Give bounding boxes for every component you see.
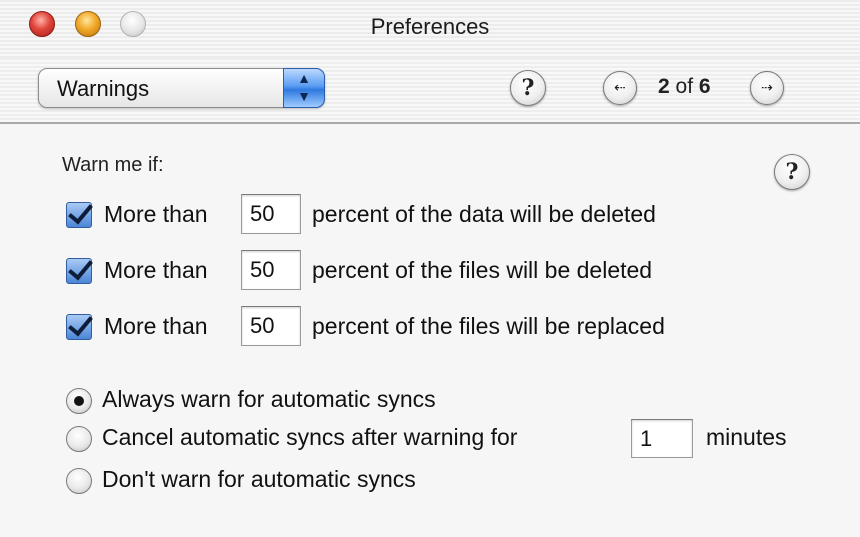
page-current: 2 (658, 75, 670, 98)
percent-field-files-replaced[interactable]: 50 (241, 306, 301, 346)
popup-arrows-icon[interactable]: ▲ ▼ (283, 68, 325, 108)
page-indicator: 2 of 6 (658, 75, 711, 99)
threshold-suffix: percent of the data will be deleted (312, 201, 656, 227)
warnings-panel: Warn me if: ? More than 50 percent of th… (0, 124, 860, 537)
preferences-window: Preferences Warnings ▲ ▼ ? ⇠ 2 of 6 ⇢ War… (0, 0, 860, 537)
radio-dont-warn[interactable] (66, 468, 92, 494)
title-bar[interactable]: Preferences (0, 0, 860, 58)
toolbar-help-button[interactable]: ? (510, 70, 546, 106)
previous-page-button[interactable]: ⇠ (603, 71, 637, 105)
page-of-label: of (675, 75, 694, 98)
threshold-suffix: percent of the files will be replaced (312, 313, 665, 339)
percent-field-data-deleted[interactable]: 50 (241, 194, 301, 234)
threshold-prefix: More than (104, 313, 208, 339)
minutes-field[interactable]: 1 (631, 419, 693, 458)
threshold-prefix: More than (104, 257, 208, 283)
next-page-button[interactable]: ⇢ (750, 71, 784, 105)
warn-heading: Warn me if: (62, 154, 164, 176)
checkbox-data-deleted[interactable] (66, 202, 92, 228)
radio-cancel-after[interactable] (66, 426, 92, 452)
percent-field-files-deleted[interactable]: 50 (241, 250, 301, 290)
radio-label: Always warn for automatic syncs (102, 386, 436, 412)
toolbar: Warnings ▲ ▼ ? ⇠ 2 of 6 ⇢ (0, 58, 860, 124)
radio-label: Cancel automatic syncs after warning for (102, 424, 518, 450)
minutes-label: minutes (706, 424, 787, 450)
threshold-suffix: percent of the files will be deleted (312, 257, 653, 283)
window-title: Preferences (370, 14, 490, 39)
radio-always-warn[interactable] (66, 388, 92, 414)
threshold-prefix: More than (104, 201, 208, 227)
panel-help-button[interactable]: ? (774, 154, 810, 190)
page-total: 6 (698, 75, 711, 98)
checkbox-files-replaced[interactable] (66, 314, 92, 340)
radio-label: Don't warn for automatic syncs (102, 466, 416, 492)
category-popup[interactable]: Warnings ▲ ▼ (38, 68, 325, 108)
checkbox-files-deleted[interactable] (66, 258, 92, 284)
category-popup-value: Warnings (57, 76, 150, 101)
